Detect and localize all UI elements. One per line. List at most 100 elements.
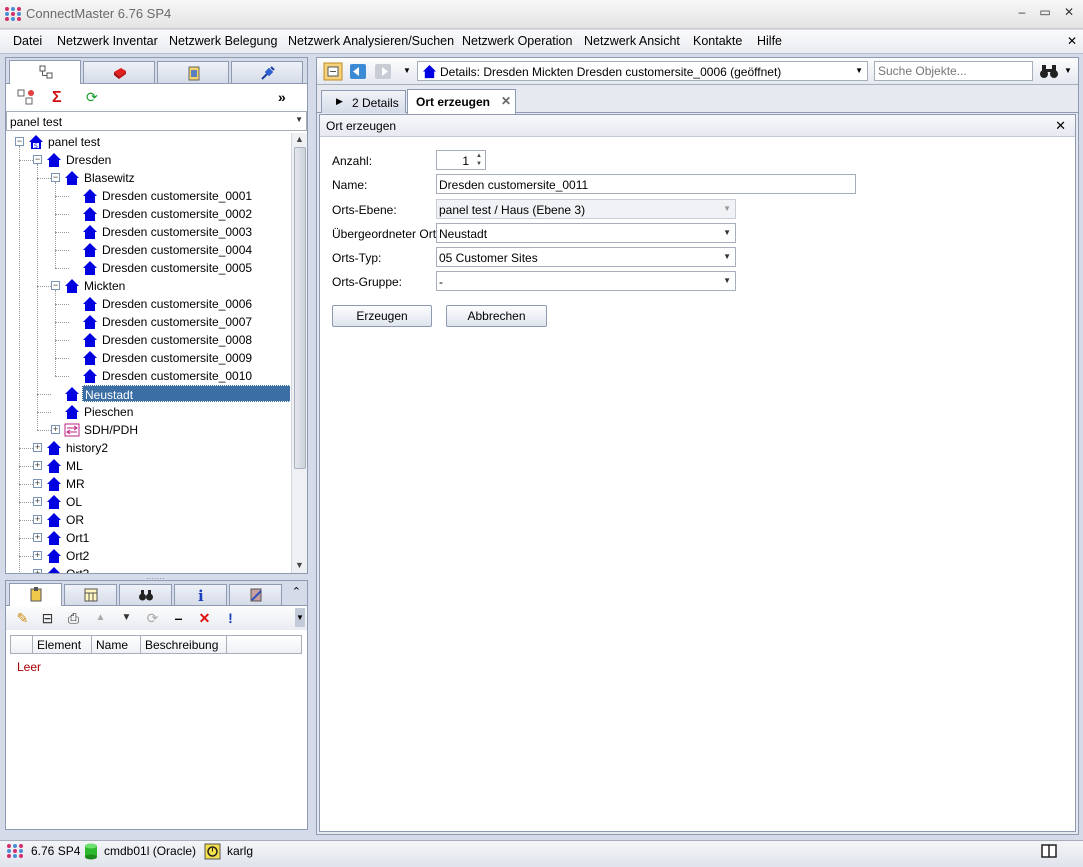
print-icon[interactable]: ⎙ [65,610,82,626]
close-form-icon[interactable]: ✕ [1055,118,1066,134]
tree-node[interactable]: + MR [6,475,290,493]
tree-node[interactable]: Pieschen [6,403,290,421]
spinner-arrows-icon[interactable]: ▲ ▼ [474,152,484,168]
scroll-thumb[interactable] [294,147,306,469]
move-down-icon[interactable]: ▼ [118,610,135,626]
move-up-icon[interactable]: ▲ [92,610,109,626]
tree-node[interactable]: + OL [6,493,290,511]
tree-node[interactable]: + OR [6,511,290,529]
expand-node-icon[interactable]: + [33,569,42,573]
expand-node-icon[interactable]: + [33,479,42,488]
layout-icon[interactable] [1041,844,1057,858]
menu-netzwerk-ansicht[interactable]: Netzwerk Ansicht [584,34,680,48]
tree-node[interactable]: − Spanel test [6,133,290,151]
expand-node-icon[interactable]: + [33,515,42,524]
orts-gruppe-select[interactable]: - ▼ [436,271,736,291]
tree-root-combo[interactable]: panel test ▼ [6,111,307,131]
binoculars-icon[interactable] [1039,62,1059,80]
reload-icon[interactable]: ⟳ [144,610,161,626]
expand-node-icon[interactable]: + [51,425,60,434]
menu-netzwerk-analysieren[interactable]: Netzwerk Analysieren/Suchen [288,34,454,48]
splitter-grip[interactable]: ······· [146,574,166,583]
refresh-icon[interactable]: ⟳ [86,89,104,107]
tab-search[interactable] [119,584,172,605]
collapse-node-icon[interactable]: − [15,137,24,146]
parent-location-select[interactable]: Neustadt ▼ [436,223,736,243]
tab-clipboard[interactable] [157,61,229,83]
tree-node[interactable]: + Ort1 [6,529,290,547]
tree-node[interactable]: Dresden customersite_0001 [6,187,290,205]
tree-node[interactable]: Dresden customersite_0004 [6,241,290,259]
column-element[interactable]: Element [33,636,92,653]
tree-node[interactable]: + Ort3 [6,565,290,573]
edit-icon[interactable]: ✎ [14,610,31,626]
menu-hilfe[interactable]: Hilfe [757,34,782,48]
expand-node-icon[interactable]: + [33,461,42,470]
tree-node[interactable]: − Blasewitz [6,169,290,187]
tab-devices[interactable] [83,61,155,83]
close-window-button[interactable]: ✕ [1060,5,1078,21]
tab-clipboard-list[interactable] [9,583,62,606]
alert-icon[interactable]: ! [222,610,239,626]
minimize-button[interactable]: – [1013,5,1031,21]
tree-node[interactable]: Dresden customersite_0007 [6,313,290,331]
tab-info[interactable]: i [174,584,227,605]
history-dropdown-icon[interactable]: ▼ [403,66,411,75]
maximize-button[interactable]: ▭ [1036,5,1054,21]
expand-node-icon[interactable]: + [33,551,42,560]
menu-netzwerk-belegung[interactable]: Netzwerk Belegung [169,34,277,48]
tree-node[interactable]: Dresden customersite_0010 [6,367,290,385]
tree-node[interactable]: Neustadt [6,385,290,403]
menu-kontakte[interactable]: Kontakte [693,34,742,48]
delete-icon[interactable]: ✕ [196,610,213,626]
erzeugen-button[interactable]: Erzeugen [332,305,432,327]
tree-node[interactable]: Dresden customersite_0005 [6,259,290,277]
window-list-icon[interactable] [323,62,343,81]
tab-history[interactable] [229,584,282,605]
mdi-close-icon[interactable]: ✕ [1067,34,1077,48]
collapse-panel-icon[interactable]: ⌃ [292,585,301,598]
tree-node[interactable]: − Mickten [6,277,290,295]
orts-typ-select[interactable]: 05 Customer Sites ▼ [436,247,736,267]
sum-icon[interactable]: Σ [52,89,70,107]
collapse-node-icon[interactable]: − [51,281,60,290]
details-combo[interactable]: Details: Dresden Mickten Dresden custome… [417,61,868,81]
expand-node-icon[interactable]: + [33,533,42,542]
ruler-icon[interactable]: ⊟ [39,610,56,626]
column-name[interactable]: Name [92,636,141,653]
collapse-node-icon[interactable]: − [51,173,60,182]
menu-datei[interactable]: Datei [13,34,42,48]
tree-node[interactable]: + SDH/PDH [6,421,290,439]
tree-node[interactable]: + history2 [6,439,290,457]
tree-scrollbar[interactable]: ▲ ▼ [291,133,307,573]
back-icon[interactable] [348,62,368,81]
menu-netzwerk-operation[interactable]: Netzwerk Operation [462,34,572,48]
collapse-node-icon[interactable]: − [33,155,42,164]
search-objects-input[interactable] [878,64,1028,78]
tree-node[interactable]: Dresden customersite_0002 [6,205,290,223]
tree-node[interactable]: Dresden customersite_0003 [6,223,290,241]
tree-node[interactable]: − Dresden [6,151,290,169]
scroll-down-icon[interactable]: ▼ [295,560,304,570]
tab-table[interactable] [64,584,117,605]
expand-node-icon[interactable]: + [33,443,42,452]
abbrechen-button[interactable]: Abbrechen [446,305,547,327]
menu-netzwerk-inventar[interactable]: Netzwerk Inventar [57,34,158,48]
tree-expand-icon[interactable] [17,89,35,107]
expand-panel-icon[interactable]: » [278,89,296,107]
minus-icon[interactable]: – [170,610,187,626]
tree-node[interactable]: Dresden customersite_0008 [6,331,290,349]
column-beschreibung[interactable]: Beschreibung [141,636,227,653]
search-options-dropdown-icon[interactable]: ▼ [1064,66,1072,75]
close-tab-icon[interactable]: ✕ [501,94,511,108]
name-field[interactable]: Dresden customersite_0011 [436,174,856,194]
tab-tree[interactable] [9,60,81,84]
tree-node[interactable]: Dresden customersite_0009 [6,349,290,367]
scroll-up-icon[interactable]: ▲ [295,134,304,144]
forward-icon[interactable] [373,62,393,81]
expand-node-icon[interactable]: + [33,497,42,506]
tab-connections[interactable] [231,61,303,83]
tab-2-details[interactable]: ▶ 2 Details [321,90,406,113]
toolbar-overflow-icon[interactable]: ▼ [295,608,305,627]
tree-node[interactable]: + ML [6,457,290,475]
